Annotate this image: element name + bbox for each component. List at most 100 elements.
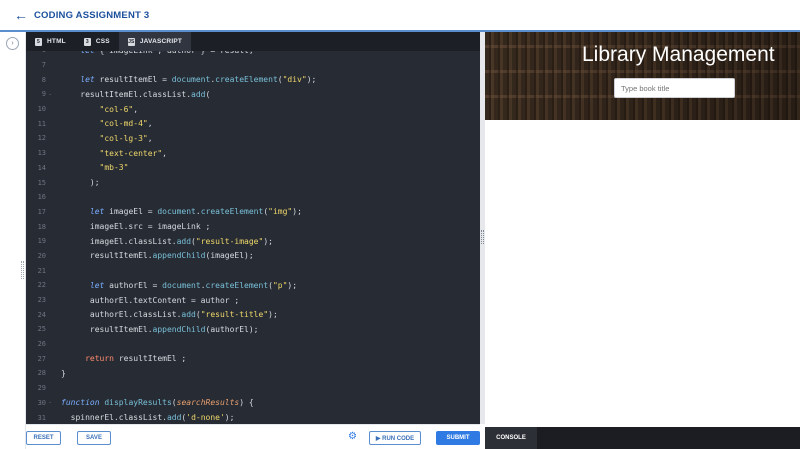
code-text: imageEl.src = imageLink ; bbox=[61, 222, 211, 232]
code-line: 13 "text-center", bbox=[26, 146, 480, 161]
code-line: 10 "col-6", bbox=[26, 102, 480, 117]
preview-heading: Library Management bbox=[582, 43, 775, 66]
line-number: 28 bbox=[37, 369, 46, 378]
code-line: 20 resultItemEl.appendChild(imageEl); bbox=[26, 249, 480, 264]
expand-panel-icon[interactable]: › bbox=[6, 37, 19, 50]
code-line: 21 bbox=[26, 263, 480, 278]
reset-button[interactable]: RESET bbox=[26, 431, 61, 445]
code-text: resultItemEl.classList.add( bbox=[61, 89, 211, 99]
code-text: let resultItemEl = document.createElemen… bbox=[80, 75, 317, 85]
code-text: "col-6", bbox=[99, 104, 139, 114]
code-line: 9- resultItemEl.classList.add( bbox=[26, 87, 480, 102]
code-text: "text-center", bbox=[99, 148, 167, 158]
code-editor: 5 HTML 3 CSS JS JAVASCRIPT 6 let { image… bbox=[26, 32, 480, 424]
top-bar: ← CODING ASSIGNMENT 3 bbox=[0, 0, 800, 32]
line-number: 22 bbox=[37, 281, 46, 290]
code-text: let authorEl = document.createElement("p… bbox=[89, 280, 298, 290]
hero-banner: Library Management bbox=[485, 32, 800, 120]
arrow-left-icon[interactable]: ← bbox=[14, 8, 28, 22]
run-code-button[interactable]: ▶ RUN CODE bbox=[369, 431, 421, 445]
code-text: resultItemEl.appendChild(imageEl); bbox=[61, 251, 254, 261]
html5-icon: 5 bbox=[35, 37, 42, 46]
code-line: 18 imageEl.src = imageLink ; bbox=[26, 219, 480, 234]
tab-label: CSS bbox=[95, 38, 110, 45]
line-number: 30 bbox=[37, 398, 46, 407]
code-line: 16 bbox=[26, 190, 480, 205]
code-text: ); bbox=[61, 178, 100, 188]
code-line: 19 imageEl.classList.add("result-image")… bbox=[26, 234, 480, 249]
line-number: 18 bbox=[37, 222, 46, 231]
tab-css[interactable]: 3 CSS bbox=[75, 32, 119, 51]
drag-handle-icon[interactable] bbox=[481, 230, 484, 244]
code-text: resultItemEl.appendChild(authorEl); bbox=[61, 324, 259, 334]
code-line: 12 "col-lg-3", bbox=[26, 131, 480, 146]
code-text: authorEl.textContent = author ; bbox=[61, 295, 240, 305]
line-number: 23 bbox=[37, 296, 46, 305]
tab-label: JAVASCRIPT bbox=[139, 38, 183, 45]
code-text: "mb-3" bbox=[99, 163, 129, 173]
line-number: 20 bbox=[37, 251, 46, 260]
resize-handle[interactable] bbox=[21, 261, 24, 279]
code-text: let imageEl = document.createElement("im… bbox=[89, 207, 302, 217]
line-number: 21 bbox=[37, 266, 46, 275]
tab-html[interactable]: 5 HTML bbox=[26, 32, 75, 51]
console-panel: CONSOLE bbox=[485, 427, 800, 449]
code-line: 8 let resultItemEl = document.createElem… bbox=[26, 72, 480, 87]
code-line: 25 resultItemEl.appendChild(authorEl); bbox=[26, 322, 480, 337]
fold-toggle-icon[interactable]: - bbox=[46, 91, 54, 98]
fold-toggle-icon[interactable]: - bbox=[46, 399, 54, 406]
code-line: 11 "col-md-4", bbox=[26, 116, 480, 131]
code-text: return resultItemEl ; bbox=[85, 354, 187, 364]
line-number: 25 bbox=[37, 325, 46, 334]
line-number: 16 bbox=[37, 193, 46, 202]
code-text: authorEl.classList.add("result-title"); bbox=[61, 310, 278, 320]
line-number: 19 bbox=[37, 237, 46, 246]
code-area[interactable]: 6 let { imageLink , author } = result; 7 8… bbox=[26, 51, 480, 424]
editor-tabs: 5 HTML 3 CSS JS JAVASCRIPT bbox=[26, 32, 480, 51]
code-line: 30- function displayResults(searchResults… bbox=[26, 396, 480, 411]
code-text: "col-md-4", bbox=[99, 119, 153, 129]
gear-icon[interactable]: ⚙ bbox=[348, 431, 357, 443]
code-line: 24 authorEl.classList.add("result-title"… bbox=[26, 307, 480, 322]
tab-javascript[interactable]: JS JAVASCRIPT bbox=[118, 32, 192, 51]
line-number: 9 bbox=[41, 90, 46, 99]
code-text: imageEl.classList.add("result-image"); bbox=[61, 236, 273, 246]
code-line: 22 let authorEl = document.createElement… bbox=[26, 278, 480, 293]
code-line: 23 authorEl.textContent = author ; bbox=[26, 293, 480, 308]
line-number: 17 bbox=[37, 207, 46, 216]
code-text: spinnerEl.classList.add('d-none'); bbox=[61, 413, 235, 423]
submit-button[interactable]: SUBMIT bbox=[436, 431, 480, 445]
line-number: 8 bbox=[41, 75, 46, 84]
code-line: 14 "mb-3" bbox=[26, 161, 480, 176]
css3-icon: 3 bbox=[83, 37, 91, 46]
code-line: 6 let { imageLink , author } = result; bbox=[26, 51, 480, 58]
save-button[interactable]: SAVE bbox=[77, 431, 111, 445]
code-line: 27 return resultItemEl ; bbox=[26, 351, 480, 366]
line-number: 15 bbox=[37, 178, 46, 187]
code-lines: 6 let { imageLink , author } = result; 7 8… bbox=[26, 51, 480, 424]
line-number: 14 bbox=[37, 163, 46, 172]
line-number: 7 bbox=[41, 61, 46, 70]
console-tab[interactable]: CONSOLE bbox=[485, 427, 537, 449]
book-search-input[interactable] bbox=[614, 78, 735, 98]
code-line: 7 bbox=[26, 58, 480, 73]
js-icon: JS bbox=[127, 37, 135, 46]
line-number: 13 bbox=[37, 149, 46, 158]
code-line: 29 bbox=[26, 381, 480, 396]
code-line: 28} bbox=[26, 366, 480, 381]
line-number: 29 bbox=[37, 384, 46, 393]
editor-actions-bar: RESET SAVE ⚙ ▶ RUN CODE SUBMIT bbox=[26, 424, 480, 449]
code-text: let { imageLink , author } = result; bbox=[54, 51, 253, 55]
output-preview: Library Management bbox=[485, 32, 800, 427]
line-number: 24 bbox=[37, 310, 46, 319]
code-text: "col-lg-3", bbox=[99, 133, 153, 143]
line-number: 10 bbox=[37, 105, 46, 114]
tab-label: HTML bbox=[47, 38, 66, 45]
line-number: 12 bbox=[37, 134, 46, 143]
code-text: } bbox=[61, 368, 66, 378]
code-line: 17 let imageEl = document.createElement(… bbox=[26, 205, 480, 220]
code-line: 15 ); bbox=[26, 175, 480, 190]
code-line: 26 bbox=[26, 337, 480, 352]
line-number: 11 bbox=[37, 119, 46, 128]
line-number: 26 bbox=[37, 340, 46, 349]
